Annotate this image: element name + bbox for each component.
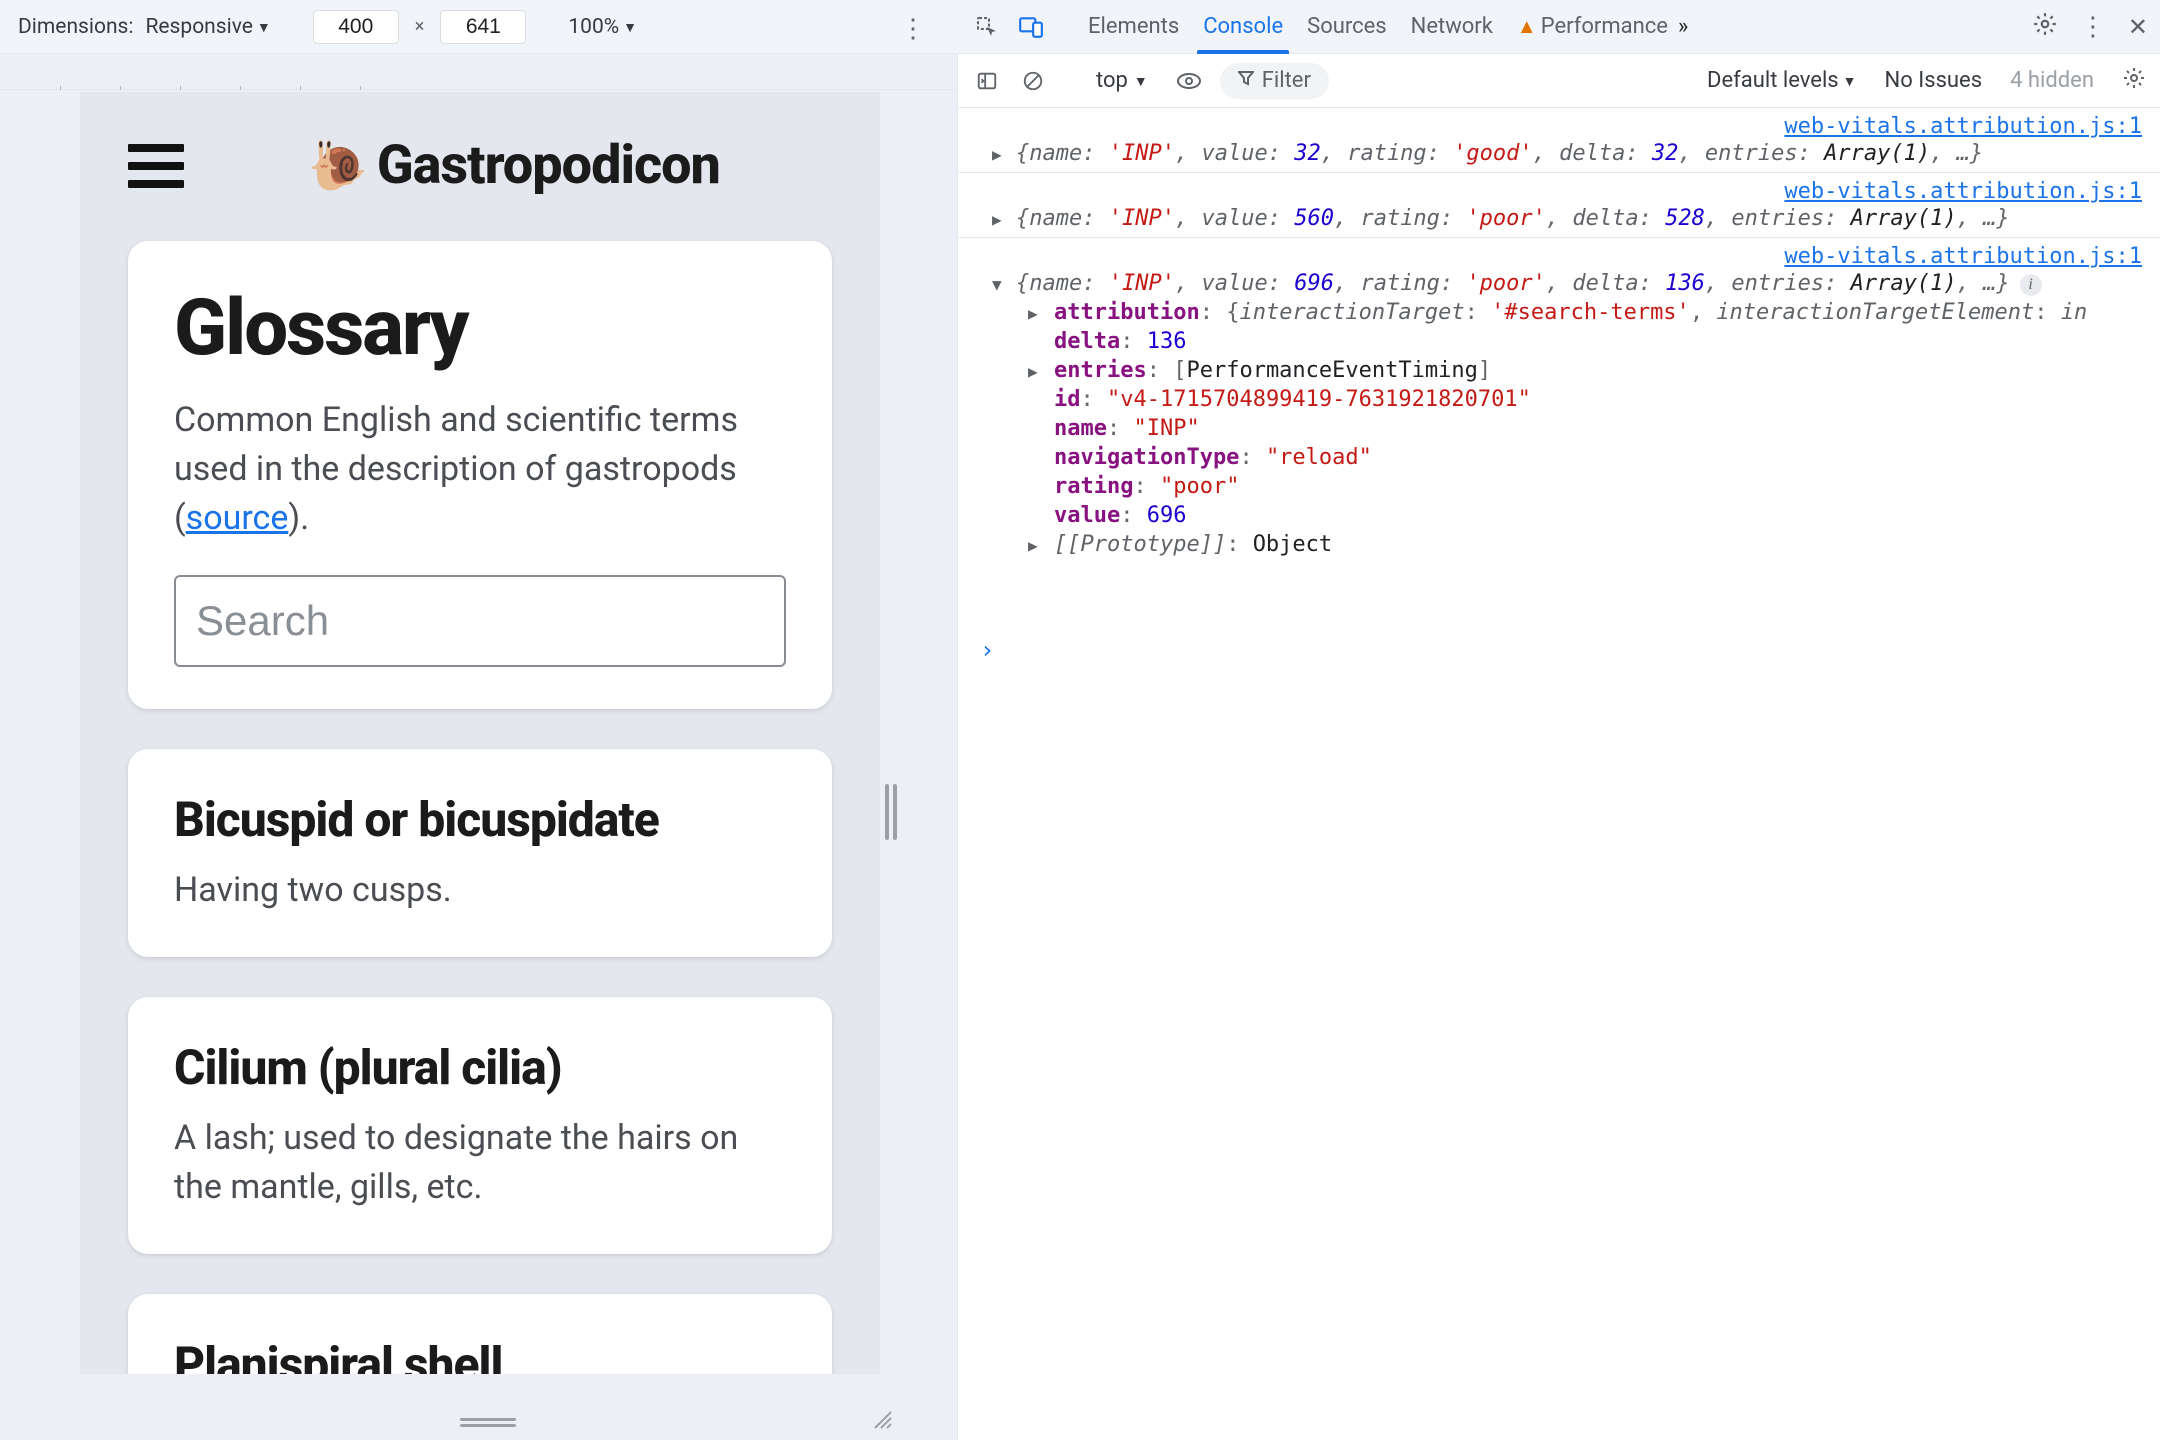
- info-icon[interactable]: i: [2020, 274, 2042, 296]
- entry-term: Planispiral shell: [174, 1336, 786, 1374]
- tab-network[interactable]: Network: [1411, 0, 1493, 53]
- viewport-width-input[interactable]: [313, 10, 399, 44]
- source-link[interactable]: web-vitals.attribution.js:1: [1784, 114, 2142, 139]
- glossary-entry: Cilium (plural cilia) A lash; used to de…: [128, 997, 832, 1254]
- glossary-entry: Planispiral shell: [128, 1294, 832, 1374]
- kebab-menu-icon[interactable]: ⋮: [2080, 12, 2106, 42]
- tab-performance[interactable]: ▲ Performance: [1517, 0, 1668, 53]
- dimensions-label: Dimensions:: [18, 15, 133, 39]
- snail-icon: 🐌: [308, 137, 367, 194]
- source-link[interactable]: web-vitals.attribution.js:1: [1784, 179, 2142, 204]
- clear-console-icon[interactable]: [1018, 66, 1048, 96]
- viewport-height-input[interactable]: [440, 10, 526, 44]
- filter-input[interactable]: Filter: [1220, 63, 1329, 99]
- chevron-down-icon: ▼: [1843, 73, 1857, 90]
- rendered-page[interactable]: 🐌 Gastropodicon Glossary Common English …: [80, 92, 880, 1374]
- disclosure-triangle-icon[interactable]: [1028, 304, 1044, 320]
- device-toggle-icon[interactable]: [1014, 10, 1048, 44]
- app-title: 🐌 Gastropodicon: [196, 134, 832, 197]
- filter-icon: [1238, 70, 1254, 91]
- glossary-entry: Bicuspid or bicuspidate Having two cusps…: [128, 749, 832, 957]
- live-expression-icon[interactable]: [1174, 66, 1204, 96]
- entry-term: Cilium (plural cilia): [174, 1039, 786, 1096]
- gear-icon[interactable]: [2032, 11, 2058, 43]
- search-input[interactable]: [174, 575, 786, 667]
- context-select[interactable]: top ▼: [1086, 64, 1158, 97]
- ruler: [0, 54, 957, 90]
- warning-icon: ▲: [1517, 14, 1537, 39]
- device-select[interactable]: Responsive ▼: [145, 15, 270, 39]
- entry-definition: A lash; used to designate the hairs on t…: [174, 1114, 786, 1212]
- source-link[interactable]: web-vitals.attribution.js:1: [1784, 244, 2142, 269]
- entry-definition: Having two cusps.: [174, 866, 786, 915]
- sidebar-toggle-icon[interactable]: [972, 66, 1002, 96]
- device-preview: 🐌 Gastropodicon Glossary Common English …: [0, 54, 958, 1440]
- gear-icon[interactable]: [2122, 66, 2146, 96]
- hero-card: Glossary Common English and scientific t…: [128, 241, 832, 709]
- kebab-menu-icon[interactable]: ⋮: [900, 14, 925, 44]
- times-icon: ×: [415, 16, 425, 37]
- hidden-count: 4 hidden: [2010, 68, 2094, 93]
- disclosure-triangle-icon[interactable]: [992, 145, 1008, 161]
- chevron-down-icon: ▼: [257, 19, 271, 36]
- page-title: Glossary: [174, 283, 786, 374]
- disclosure-triangle-icon[interactable]: [992, 210, 1008, 226]
- console-log-entry[interactable]: web-vitals.attribution.js:1{name: 'INP',…: [958, 108, 2160, 172]
- zoom-select[interactable]: 100% ▼: [568, 15, 637, 39]
- console-output[interactable]: web-vitals.attribution.js:1{name: 'INP',…: [958, 108, 2160, 1440]
- console-log-entry[interactable]: web-vitals.attribution.js:1{name: 'INP',…: [958, 237, 2160, 563]
- source-link[interactable]: source: [186, 498, 289, 538]
- console-toolbar: top ▼ Filter Default levels ▼ No Issues …: [958, 54, 2160, 108]
- resize-handle-corner[interactable]: [871, 1408, 895, 1432]
- hero-description: Common English and scientific terms used…: [174, 396, 786, 543]
- resize-handle-right[interactable]: [885, 784, 901, 840]
- tab-sources[interactable]: Sources: [1307, 0, 1387, 53]
- resize-handle-bottom[interactable]: [460, 1418, 516, 1432]
- inspect-element-icon[interactable]: [970, 10, 1004, 44]
- tab-elements[interactable]: Elements: [1088, 0, 1179, 53]
- log-levels-select[interactable]: Default levels ▼: [1707, 68, 1856, 93]
- close-icon[interactable]: ✕: [2128, 13, 2148, 41]
- chevron-down-icon: ▼: [623, 19, 637, 36]
- disclosure-triangle-icon[interactable]: [992, 275, 1008, 291]
- tab-console[interactable]: Console: [1203, 0, 1283, 53]
- devtools-tabbar: Elements Console Sources Network ▲ Perfo…: [958, 0, 2160, 54]
- chevron-down-icon: ▼: [1134, 73, 1148, 90]
- disclosure-triangle-icon[interactable]: [1028, 536, 1044, 552]
- issues-button[interactable]: No Issues: [1885, 68, 1983, 93]
- more-tabs-icon[interactable]: »: [1678, 14, 1688, 39]
- hamburger-icon[interactable]: [128, 144, 184, 188]
- console-prompt-icon[interactable]: ›: [980, 636, 994, 664]
- console-log-entry[interactable]: web-vitals.attribution.js:1{name: 'INP',…: [958, 172, 2160, 237]
- entry-term: Bicuspid or bicuspidate: [174, 791, 786, 848]
- disclosure-triangle-icon[interactable]: [1028, 362, 1044, 378]
